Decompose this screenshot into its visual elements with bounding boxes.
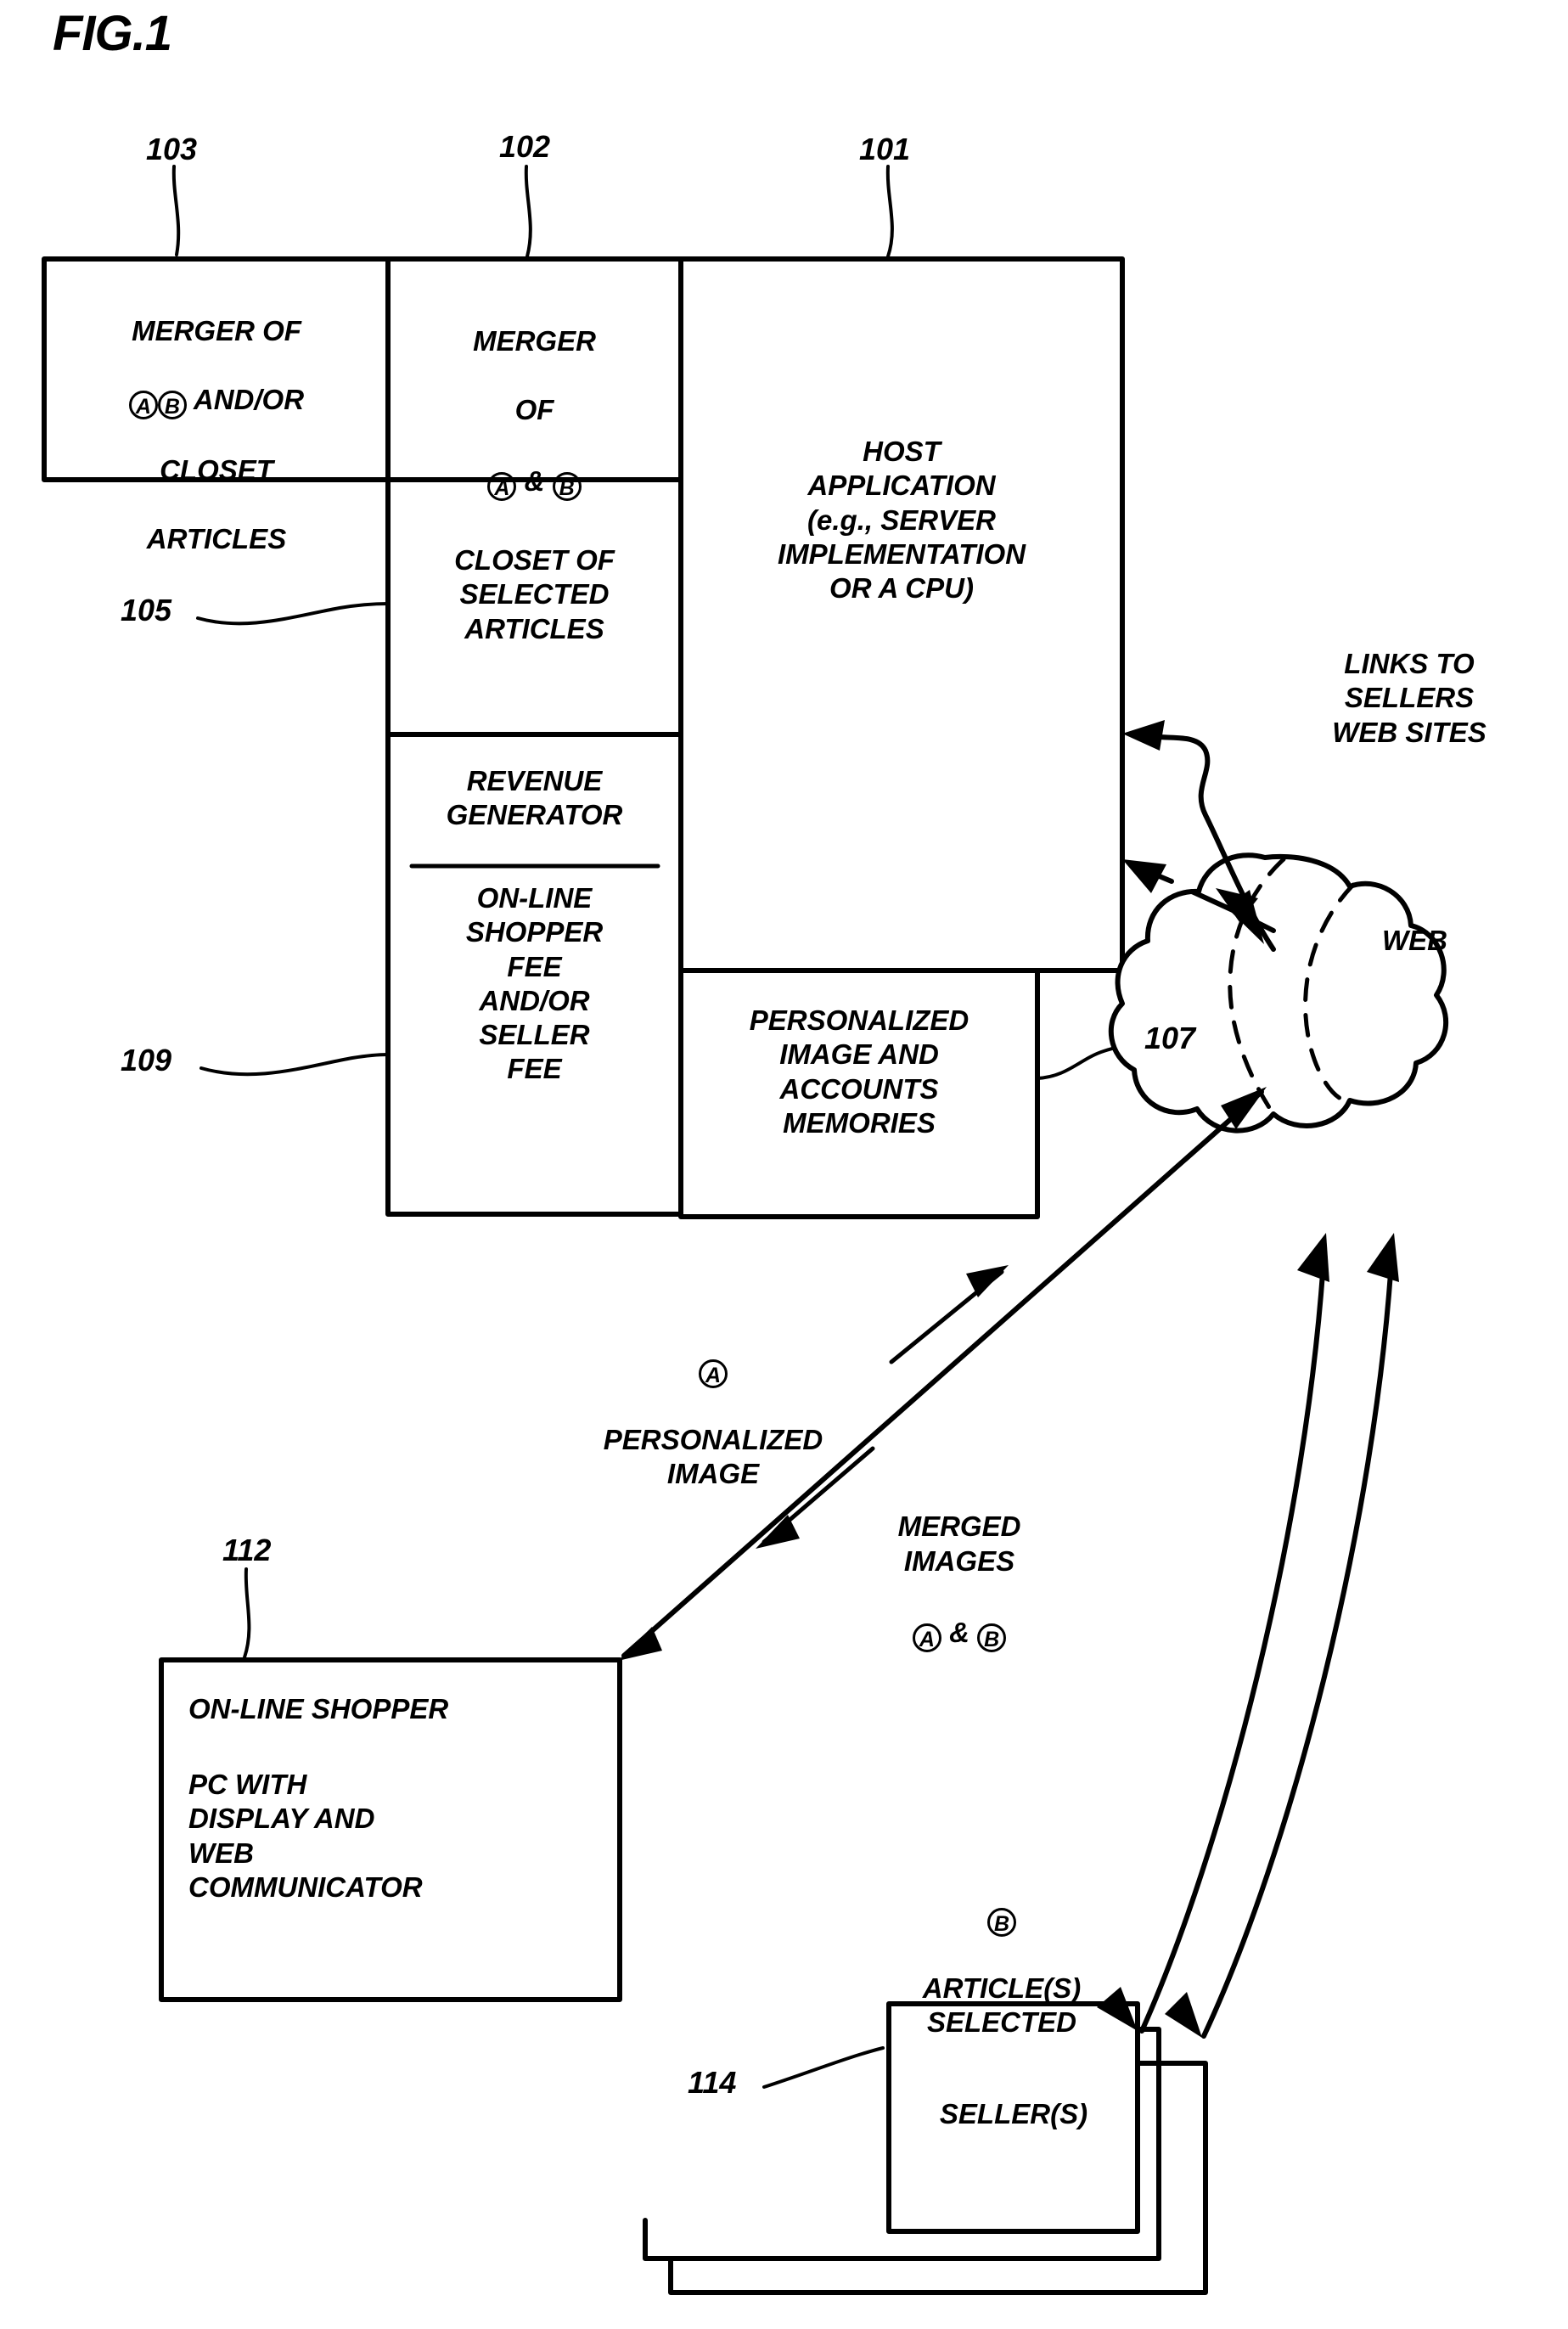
- arrowhead-host-lower: [1122, 859, 1166, 893]
- refnum-105: 105: [121, 593, 172, 627]
- label-personalized-image: A PERSONALIZED IMAGE: [543, 1318, 883, 1525]
- label-merged-images: MERGED IMAGES A & B: [849, 1476, 1070, 1686]
- circle-b-icon: B: [157, 390, 187, 419]
- refnum-107: 107: [1144, 1021, 1196, 1055]
- leader-101: [885, 165, 894, 258]
- articles-selected-text: ARTICLE(S) SELECTED: [922, 1972, 1082, 2038]
- arrow-web-to-host-solid: [1145, 733, 1276, 952]
- label-sellers: SELLER(S): [939, 2098, 1088, 2129]
- arrow-host-web-dashed: [1128, 862, 1276, 933]
- label-personalized-memories: PERSONALIZED IMAGE AND ACCOUNTS MEMORIES: [749, 1004, 969, 1139]
- personalized-image-text: PERSONALIZED IMAGE: [603, 1423, 823, 1489]
- circle-b-icon: B: [987, 1908, 1016, 1938]
- circle-b-icon: B: [977, 1623, 1007, 1652]
- refnum-103: 103: [146, 132, 198, 166]
- arrowhead-seller-web-2: [1367, 1233, 1399, 1282]
- arrowhead-into-seller-2: [1165, 1992, 1202, 2038]
- merger-ab-line2: AB AND/OR: [49, 383, 384, 419]
- patent-figure-page: FIG.1 103 102 101 105 109 107 112 114 ME…: [0, 0, 1568, 2329]
- circle-a-icon: A: [912, 1623, 941, 1652]
- arrowhead-seller-web-1: [1297, 1233, 1329, 1282]
- circle-a-icon: A: [699, 1359, 728, 1389]
- label-closet-selected: CLOSET OF SELECTED ARTICLES: [454, 544, 615, 644]
- leader-102: [524, 165, 532, 258]
- merged-images-amp: &: [949, 1617, 969, 1648]
- arrow-personalized-image: [889, 1269, 1004, 1364]
- refnum-101: 101: [859, 132, 911, 166]
- arrowhead-into-pc: [618, 1627, 662, 1661]
- leader-114: [762, 2046, 885, 2089]
- merger-a-b-line2: OF: [514, 393, 554, 425]
- merger-ab-line1: MERGER OF: [132, 315, 301, 347]
- merger-ab-andor: AND/OR: [193, 383, 305, 415]
- label-revenue-generator-detail: ON-LINE SHOPPER FEE AND/OR SELLER FEE: [465, 882, 604, 1085]
- label-articles-selected: B ARTICLE(S) SELECTED: [866, 1866, 1138, 2073]
- arrow-seller-to-web-1: [1139, 1246, 1327, 2034]
- label-online-shopper-body: PC WITH DISPLAY AND WEB COMMUNICATOR: [188, 1769, 423, 1903]
- circle-a-icon: A: [128, 390, 158, 419]
- circle-b-icon: B: [552, 472, 582, 502]
- box-host-application: [678, 256, 1125, 973]
- leader-103: [171, 165, 181, 256]
- merger-ab-line3: CLOSET: [160, 454, 273, 486]
- merger-ab-line4: ARTICLES: [146, 522, 287, 554]
- label-merger-a-b: MERGER OF A & B: [392, 290, 677, 536]
- leader-109: [200, 1053, 390, 1077]
- label-online-shopper-heading: ON-LINE SHOPPER: [188, 1693, 449, 1724]
- merger-a-b-amp: &: [524, 465, 545, 498]
- web-cloud-outline: [1108, 852, 1449, 1134]
- refnum-114: 114: [688, 2065, 737, 2100]
- leader-112: [243, 1567, 251, 1659]
- arrowhead-dashed-mid: [1216, 888, 1258, 922]
- circle-a-icon: A: [487, 472, 517, 502]
- refnum-112: 112: [222, 1533, 272, 1567]
- arrowhead-host-upper: [1122, 720, 1165, 751]
- web-cloud-dash-right: [1303, 882, 1356, 1103]
- label-host-application: HOST APPLICATION (e.g., SERVER IMPLEMENT…: [777, 436, 1026, 604]
- label-links-to-sellers: LINKS TO SELLERS WEB SITES: [1332, 648, 1487, 748]
- web-cloud-dash-left: [1228, 857, 1286, 1117]
- arrowhead-cloud-upper: [1226, 890, 1264, 944]
- merger-a-b-line1: MERGER: [473, 325, 596, 357]
- arrowhead-pc-to-web: [1221, 1087, 1267, 1129]
- label-web-cloud: WEB: [1382, 925, 1447, 956]
- label-merger-ab-closet: MERGER OF AB AND/OR CLOSET ARTICLES: [49, 280, 384, 590]
- merger-a-b-line3: A & B: [392, 464, 677, 502]
- refnum-109: 109: [121, 1043, 172, 1077]
- merged-images-text: MERGED IMAGES: [897, 1510, 1021, 1577]
- leader-105: [196, 602, 390, 626]
- refnum-102: 102: [499, 129, 551, 164]
- arrowhead-personalized-image: [966, 1265, 1009, 1297]
- label-revenue-generator-title: REVENUE GENERATOR: [446, 765, 623, 831]
- figure-title: FIG.1: [53, 6, 172, 61]
- leader-107: [1036, 1044, 1139, 1080]
- arrow-seller-to-web-2: [1201, 1246, 1395, 2039]
